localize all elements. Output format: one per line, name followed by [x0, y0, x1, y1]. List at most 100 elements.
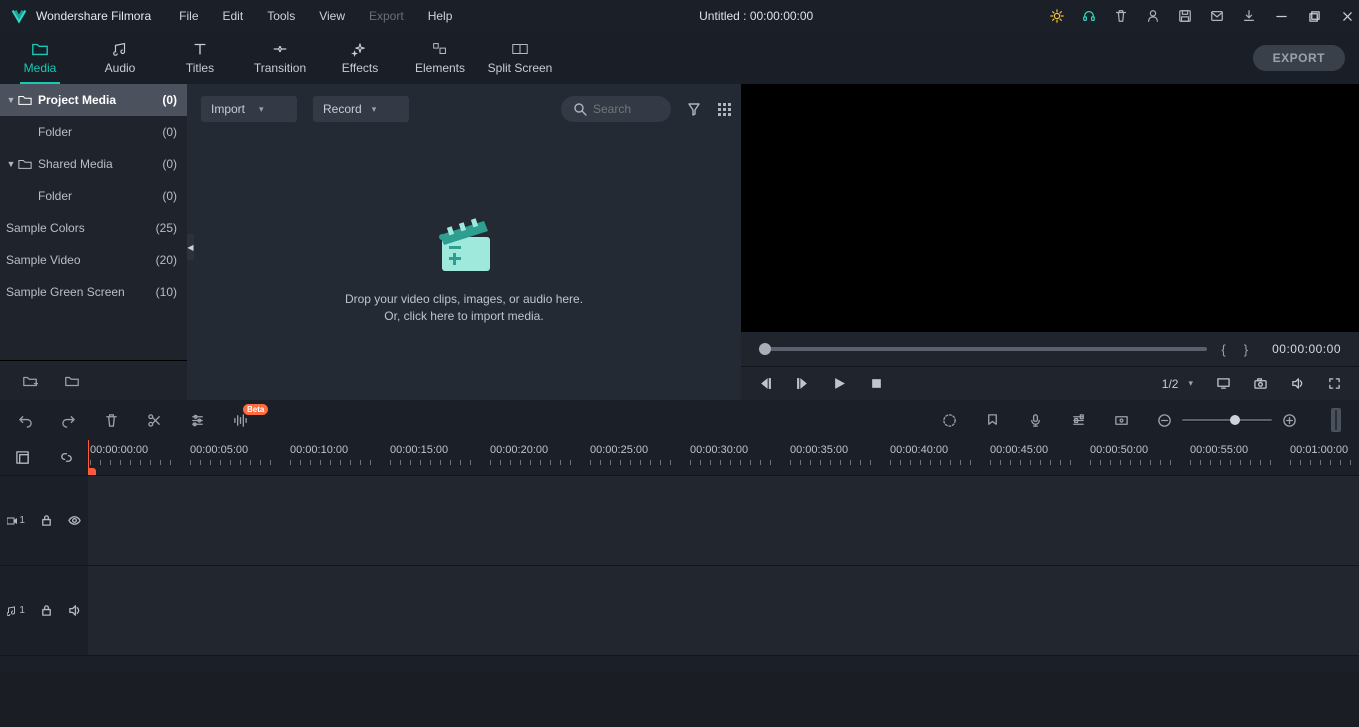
minimize-icon[interactable]: [1276, 11, 1287, 22]
fullscreen-icon[interactable]: [1328, 377, 1341, 390]
transition-icon: [271, 41, 289, 57]
search-input-wrap[interactable]: [561, 96, 671, 122]
visibility-icon[interactable]: [68, 514, 81, 527]
import-dropdown[interactable]: Import ▾: [201, 96, 297, 122]
delete-icon[interactable]: [104, 413, 119, 428]
menu-help[interactable]: Help: [418, 5, 463, 27]
filter-icon[interactable]: [687, 102, 701, 116]
ruler-tick: 00:00:45:00: [990, 444, 1071, 465]
timeline-vscroll[interactable]: [1331, 408, 1341, 432]
ruler-tick: 00:00:05:00: [190, 444, 271, 465]
splitscreen-icon: [511, 41, 529, 57]
next-frame-icon[interactable]: [796, 377, 809, 390]
app-name: Wondershare Filmora: [36, 9, 151, 23]
tab-elements[interactable]: Elements: [400, 32, 480, 84]
undo-icon[interactable]: [18, 413, 33, 428]
preview-timecode: 00:00:00:00: [1272, 342, 1341, 356]
menu-edit[interactable]: Edit: [213, 5, 254, 27]
zoom-out-icon[interactable]: [1157, 413, 1172, 428]
export-button[interactable]: EXPORT: [1253, 45, 1345, 71]
tab-titles[interactable]: Titles: [160, 32, 240, 84]
marker-icon[interactable]: [985, 413, 1000, 428]
folder-icon: [18, 158, 32, 170]
stop-icon[interactable]: [870, 377, 883, 390]
link-icon[interactable]: [59, 450, 74, 465]
tab-audio[interactable]: Audio: [80, 32, 160, 84]
sidebar-item[interactable]: Folder(0): [0, 116, 187, 148]
idea-icon[interactable]: [1050, 9, 1064, 23]
sidebar-item-label: Sample Video: [6, 253, 156, 267]
new-folder-icon[interactable]: [64, 374, 80, 388]
mark-in-button[interactable]: {: [1217, 342, 1229, 357]
snapshot-icon[interactable]: [1254, 377, 1267, 390]
prev-frame-icon[interactable]: [759, 377, 772, 390]
zoom-in-icon[interactable]: [1282, 413, 1297, 428]
grid-view-icon[interactable]: [717, 102, 731, 116]
close-icon[interactable]: [1342, 11, 1353, 22]
mark-out-button[interactable]: }: [1240, 342, 1252, 357]
menu-export: Export: [359, 5, 414, 27]
main-tabs: Media Audio Titles Transition Effects El…: [0, 32, 1359, 84]
volume-icon[interactable]: [1291, 377, 1304, 390]
record-dropdown[interactable]: Record ▾: [313, 96, 409, 122]
track-manage-icon[interactable]: [15, 450, 30, 465]
mail-icon[interactable]: [1210, 9, 1224, 23]
preview-screen[interactable]: [741, 84, 1359, 332]
maximize-icon[interactable]: [1309, 11, 1320, 22]
zoom-slider[interactable]: [1182, 419, 1272, 422]
sidebar-item[interactable]: Sample Colors(25): [0, 212, 187, 244]
elements-icon: [431, 41, 449, 57]
preview-seek-slider[interactable]: [759, 347, 1207, 351]
trash-icon[interactable]: [1114, 9, 1128, 23]
playhead[interactable]: [88, 440, 89, 475]
sidebar-collapse-button[interactable]: ◀: [187, 234, 194, 260]
track-label: 1: [7, 515, 25, 526]
download-icon[interactable]: [1242, 9, 1256, 23]
render-icon[interactable]: [942, 413, 957, 428]
timeline: 00:00:00:0000:00:05:0000:00:10:0000:00:1…: [0, 440, 1359, 671]
mute-icon[interactable]: [68, 604, 81, 617]
menu-view[interactable]: View: [309, 5, 355, 27]
search-input[interactable]: [593, 102, 653, 116]
menu-tools[interactable]: Tools: [257, 5, 305, 27]
new-folder-plus-icon[interactable]: [22, 374, 38, 388]
tab-transition[interactable]: Transition: [240, 32, 320, 84]
tab-media[interactable]: Media: [0, 32, 80, 84]
media-sidebar: ▼Project Media(0)Folder(0)▼Shared Media(…: [0, 84, 187, 400]
sidebar-item[interactable]: ▼Project Media(0): [0, 84, 187, 116]
display-icon[interactable]: [1217, 377, 1230, 390]
video-lane[interactable]: [88, 476, 1359, 565]
ruler-tick: 00:00:40:00: [890, 444, 971, 465]
timeline-ruler[interactable]: 00:00:00:0000:00:05:0000:00:10:0000:00:1…: [88, 440, 1359, 475]
tab-splitscreen[interactable]: Split Screen: [480, 32, 560, 84]
split-icon[interactable]: [147, 413, 162, 428]
audio-mixer-icon[interactable]: [1071, 413, 1086, 428]
sidebar-item-count: (0): [162, 157, 177, 171]
menu-file[interactable]: File: [169, 5, 208, 27]
lock-icon[interactable]: [40, 604, 53, 617]
sidebar-item[interactable]: Sample Green Screen(10): [0, 276, 187, 308]
chevron-down-icon: ▾: [1188, 378, 1193, 389]
sidebar-item[interactable]: Folder(0): [0, 180, 187, 212]
voiceover-icon[interactable]: [1028, 413, 1043, 428]
lock-icon[interactable]: [40, 514, 53, 527]
audio-beat-button[interactable]: Beta: [233, 413, 248, 428]
sidebar-item[interactable]: Sample Video(20): [0, 244, 187, 276]
user-icon[interactable]: [1146, 9, 1160, 23]
media-dropzone[interactable]: Drop your video clips, images, or audio …: [187, 126, 741, 400]
redo-icon[interactable]: [61, 413, 76, 428]
sidebar-item-label: Sample Green Screen: [6, 285, 156, 299]
tab-effects[interactable]: Effects: [320, 32, 400, 84]
audio-lane[interactable]: [88, 566, 1359, 655]
play-icon[interactable]: [833, 377, 846, 390]
headset-icon[interactable]: [1082, 9, 1096, 23]
app-logo-icon: [10, 7, 28, 25]
chevron-down-icon: ▾: [259, 104, 264, 115]
ruler-tick: 00:00:00:00: [90, 444, 171, 465]
sidebar-item[interactable]: ▼Shared Media(0): [0, 148, 187, 180]
keyframe-icon[interactable]: [1114, 413, 1129, 428]
save-icon[interactable]: [1178, 9, 1192, 23]
preview-panel: { } 00:00:00:00 1/2 ▾: [741, 84, 1359, 400]
adjust-icon[interactable]: [190, 413, 205, 428]
preview-quality-dropdown[interactable]: 1/2 ▾: [1162, 377, 1193, 391]
